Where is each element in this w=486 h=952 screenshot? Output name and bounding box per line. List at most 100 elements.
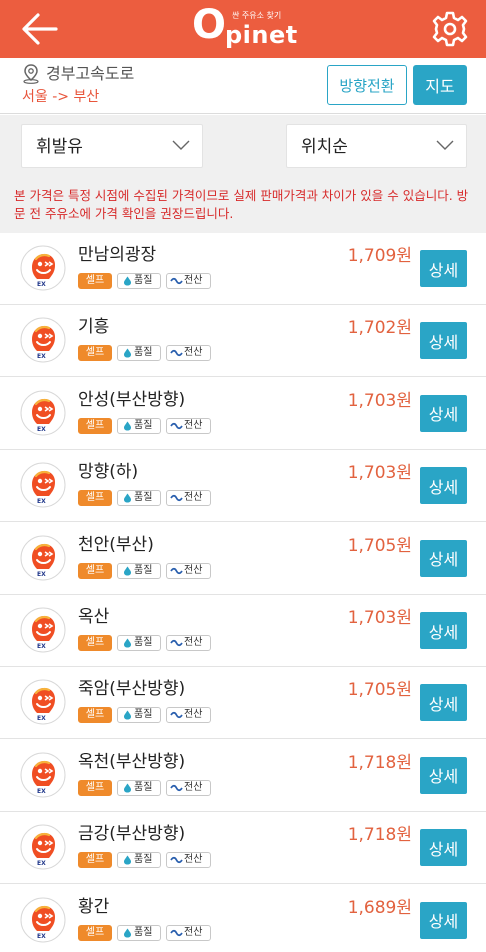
water-drop-icon (124, 566, 131, 576)
station-row[interactable]: EX 황간 셀프 품질 전산 1,689원 상세 (0, 884, 486, 952)
detail-button[interactable]: 상세 (420, 901, 467, 939)
ex-brand-logo-icon: EX (20, 462, 66, 508)
computerized-badge-label: 전산 (184, 781, 203, 793)
road-name: 경부고속도로 (46, 64, 135, 83)
quality-badge-label: 품질 (134, 419, 153, 431)
chevron-down-icon (172, 140, 190, 150)
station-row[interactable]: EX 안성(부산방향) 셀프 품질 전산 1,703원 상세 (0, 377, 486, 450)
computerized-badge-label: 전산 (184, 564, 203, 576)
computerized-badge-label: 전산 (184, 347, 203, 359)
computerized-badge: 전산 (166, 273, 211, 289)
computerized-badge-label: 전산 (184, 926, 203, 938)
ex-brand-logo-icon: EX (20, 317, 66, 363)
water-drop-icon (124, 710, 131, 720)
detail-button[interactable]: 상세 (420, 756, 467, 794)
station-row[interactable]: EX 금강(부산방향) 셀프 품질 전산 1,718원 상세 (0, 812, 486, 885)
quality-badge-label: 품질 (134, 854, 153, 866)
computerized-badge: 전산 (166, 345, 211, 362)
quality-badge-label: 품질 (134, 275, 153, 286)
detail-button[interactable]: 상세 (420, 467, 467, 505)
sort-order-select[interactable]: 위치순 (286, 124, 467, 168)
check-mark-icon (170, 784, 183, 791)
quality-badge: 품질 (117, 417, 161, 434)
station-row[interactable]: EX 망향(하) 셀프 품질 전산 1,703원 상세 (0, 450, 486, 523)
self-service-badge: 셀프 (78, 345, 112, 362)
detail-button[interactable]: 상세 (420, 829, 467, 867)
computerized-badge: 전산 (166, 707, 211, 724)
computerized-badge: 전산 (166, 417, 211, 434)
computerized-badge-label: 전산 (184, 854, 203, 866)
logo-letter-o: O (192, 2, 227, 48)
water-drop-icon (124, 276, 131, 286)
opinet-logo: O 싼 주유소 찾기 pinet (192, 2, 302, 53)
computerized-badge-label: 전산 (184, 419, 203, 431)
detail-button[interactable]: 상세 (420, 322, 467, 360)
self-service-badge: 셀프 (78, 273, 112, 289)
quality-badge-label: 품질 (134, 709, 153, 721)
quality-badge: 품질 (117, 852, 161, 869)
station-price: 1,718원 (347, 825, 412, 846)
chevron-down-icon (436, 140, 454, 150)
water-drop-icon (124, 421, 131, 431)
reverse-direction-button[interactable]: 방향전환 (327, 65, 407, 105)
quality-badge: 품질 (117, 490, 161, 507)
station-name: 황간 (78, 896, 110, 917)
quality-badge-label: 품질 (134, 347, 153, 359)
app-header: O 싼 주유소 찾기 pinet (0, 0, 486, 58)
station-name: 금강(부산방향) (78, 824, 186, 845)
svg-text:EX: EX (37, 571, 46, 578)
station-row[interactable]: EX 천안(부산) 셀프 품질 전산 1,705원 상세 (0, 522, 486, 595)
detail-button[interactable]: 상세 (420, 684, 467, 722)
check-mark-icon (170, 567, 183, 574)
station-row[interactable]: EX 옥천(부산방향) 셀프 품질 전산 1,718원 상세 (0, 739, 486, 812)
computerized-badge: 전산 (166, 924, 211, 941)
quality-badge: 품질 (117, 345, 161, 362)
ex-brand-logo-icon: EX (20, 897, 66, 943)
quality-badge: 품질 (117, 273, 161, 289)
computerized-badge: 전산 (166, 852, 211, 869)
detail-button[interactable]: 상세 (420, 539, 467, 577)
self-service-badge: 셀프 (78, 490, 112, 507)
computerized-badge: 전산 (166, 562, 211, 579)
station-price: 1,709원 (347, 246, 412, 266)
water-drop-icon (124, 855, 131, 865)
svg-text:EX: EX (37, 426, 46, 433)
ex-brand-logo-icon: EX (20, 390, 66, 436)
station-row[interactable]: EX 만남의광장 셀프 품질 전산 1,709원 상세 (0, 233, 486, 305)
station-name: 기흥 (78, 317, 110, 338)
quality-badge-label: 품질 (134, 492, 153, 504)
station-price: 1,703원 (347, 390, 412, 411)
computerized-badge-label: 전산 (184, 637, 203, 648)
detail-button[interactable]: 상세 (420, 394, 467, 432)
map-button[interactable]: 지도 (413, 65, 467, 105)
station-name: 만남의광장 (78, 245, 157, 265)
fuel-type-value: 휘발유 (36, 137, 83, 157)
svg-text:EX: EX (37, 353, 46, 360)
station-price: 1,689원 (347, 897, 412, 918)
svg-text:EX: EX (37, 643, 46, 650)
computerized-badge-label: 전산 (184, 492, 203, 504)
station-row[interactable]: EX 옥산 셀프 품질 전산 1,703원 상세 (0, 595, 486, 667)
water-drop-icon (124, 783, 131, 793)
self-service-badge: 셀프 (78, 417, 112, 434)
quality-badge: 품질 (117, 779, 161, 796)
quality-badge-label: 품질 (134, 637, 153, 648)
settings-button[interactable] (430, 9, 470, 49)
arrow-left-icon (22, 13, 58, 45)
location-pin-icon (23, 64, 39, 84)
station-price: 1,718원 (347, 752, 412, 773)
detail-button[interactable]: 상세 (420, 250, 467, 287)
svg-text:EX: EX (37, 498, 46, 505)
ex-brand-logo-icon: EX (20, 245, 66, 291)
station-row[interactable]: EX 죽암(부산방향) 셀프 품질 전산 1,705원 상세 (0, 667, 486, 740)
detail-button[interactable]: 상세 (420, 612, 467, 649)
fuel-type-select[interactable]: 휘발유 (21, 124, 203, 168)
station-row[interactable]: EX 기흥 셀프 품질 전산 1,702원 상세 (0, 305, 486, 378)
station-name: 안성(부산방향) (78, 389, 186, 410)
quality-badge: 품질 (117, 924, 161, 941)
check-mark-icon (170, 495, 183, 502)
svg-text:EX: EX (37, 281, 46, 288)
back-button[interactable] (20, 10, 60, 48)
water-drop-icon (124, 638, 131, 648)
route-bar: 경부고속도로 서울 -> 부산 방향전환 지도 (0, 58, 486, 114)
